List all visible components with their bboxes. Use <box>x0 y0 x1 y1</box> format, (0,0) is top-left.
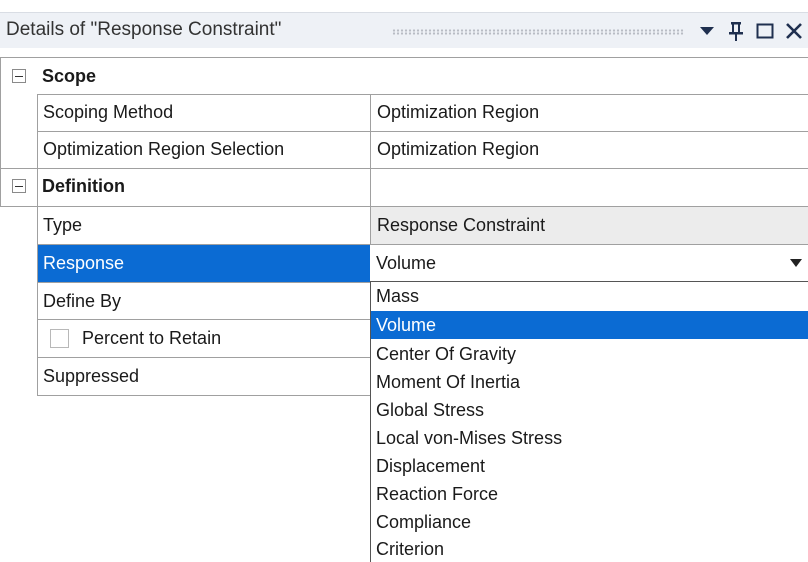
group-definition: Definition <box>0 168 808 205</box>
titlebar-grip[interactable] <box>392 29 684 35</box>
dropdown-option-compliance[interactable]: Compliance <box>371 508 808 536</box>
grid-line <box>37 319 370 320</box>
property-name: Type <box>43 215 83 235</box>
property-name: Percent to Retain <box>82 328 222 348</box>
grid-line <box>37 94 38 395</box>
grid-line <box>0 57 1 206</box>
dropdown-arrow-icon[interactable] <box>697 20 717 42</box>
property-row-percent-to-retain[interactable]: Percent to Retain <box>0 320 370 357</box>
dropdown-option-volume[interactable]: Volume <box>371 311 808 339</box>
property-name: Suppressed <box>43 366 140 386</box>
group-definition-label: Definition <box>42 176 125 196</box>
property-row-response[interactable]: Response <box>0 245 370 282</box>
group-scope-label: Scope <box>42 66 97 86</box>
grid-line <box>0 168 808 169</box>
response-dropdown-list: Mass Volume Center Of Gravity Moment Of … <box>370 281 808 562</box>
dropdown-option-global-stress[interactable]: Global Stress <box>371 396 808 424</box>
property-value: Response Constraint <box>371 207 808 244</box>
property-row-type[interactable]: Type Response Constraint <box>0 207 808 244</box>
close-icon[interactable] <box>784 20 804 42</box>
property-name: Scoping Method <box>43 102 174 122</box>
pin-icon[interactable] <box>726 20 746 42</box>
property-name: Response <box>37 245 370 282</box>
grid-line <box>37 131 808 132</box>
maximize-icon[interactable] <box>755 20 775 42</box>
property-row-scoping-method[interactable]: Scoping Method Optimization Region <box>0 94 808 131</box>
details-panel-titlebar: Details of "Response Constraint" <box>0 12 808 48</box>
dropdown-option-criterion[interactable]: Criterion <box>371 535 808 562</box>
property-value[interactable]: Optimization Region <box>371 94 808 131</box>
dropdown-option-mass[interactable]: Mass <box>371 282 808 310</box>
dropdown-option-displacement[interactable]: Displacement <box>371 452 808 480</box>
grid-line <box>37 94 808 95</box>
response-dropdown-value[interactable]: Volume <box>370 245 790 282</box>
property-row-define-by[interactable]: Define By <box>0 283 370 320</box>
percent-to-retain-checkbox[interactable] <box>50 329 69 348</box>
collapse-definition-icon[interactable] <box>12 179 26 193</box>
grid-line <box>0 57 808 58</box>
group-scope: Scope <box>0 58 808 95</box>
property-name: Optimization Region Selection <box>43 139 285 159</box>
response-dropdown[interactable]: Volume <box>370 245 808 282</box>
grid-line <box>0 206 808 207</box>
dropdown-option-reaction-force[interactable]: Reaction Force <box>371 480 808 508</box>
dropdown-option-moment-of-inertia[interactable]: Moment Of Inertia <box>371 368 808 396</box>
collapse-scope-icon[interactable] <box>12 69 26 83</box>
property-row-suppressed[interactable]: Suppressed <box>0 358 370 395</box>
grid-line <box>37 282 370 283</box>
grid-line <box>37 357 370 358</box>
panel-title: Details of "Response Constraint" <box>6 19 282 40</box>
grid-line <box>37 395 370 396</box>
property-row-optimization-region-selection[interactable]: Optimization Region Selection Optimizati… <box>0 131 808 168</box>
dropdown-option-local-von-mises-stress[interactable]: Local von-Mises Stress <box>371 424 808 452</box>
chevron-down-icon[interactable] <box>790 259 802 267</box>
dropdown-option-center-of-gravity[interactable]: Center Of Gravity <box>371 340 808 368</box>
property-name: Define By <box>43 291 122 311</box>
property-value[interactable]: Optimization Region <box>371 131 808 168</box>
